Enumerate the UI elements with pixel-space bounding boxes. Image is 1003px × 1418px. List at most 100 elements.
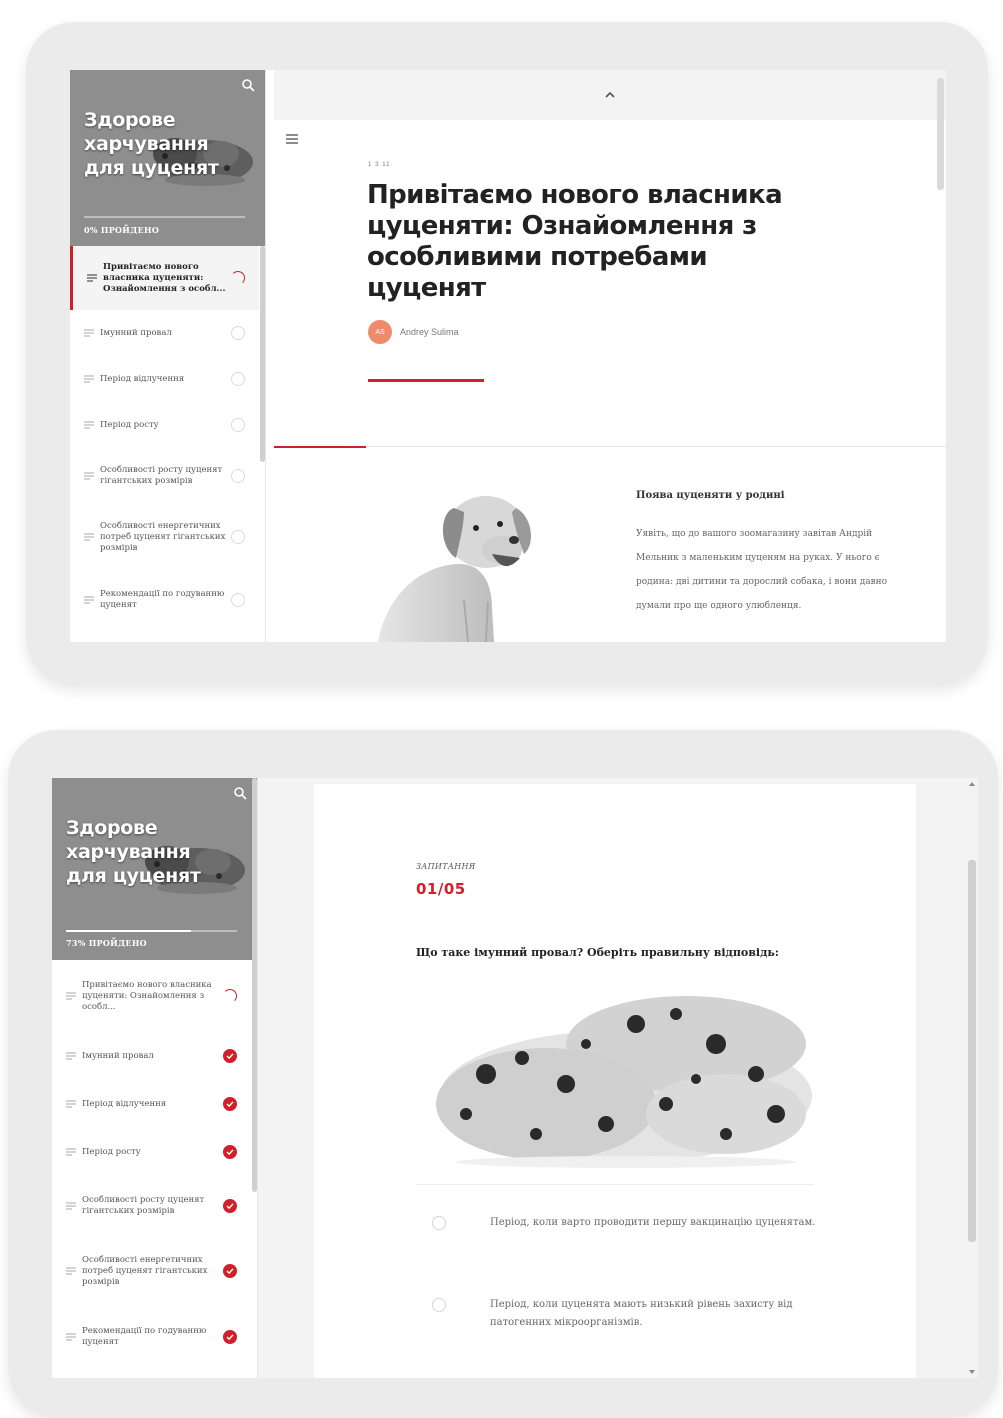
check-icon: [223, 1145, 237, 1159]
status-empty-icon: [231, 326, 245, 340]
sidebar-item-lesson-4[interactable]: Період росту: [52, 1128, 251, 1176]
status-empty-icon: [231, 593, 245, 607]
quiz-screen: Здорове харчування для цуценят 73% ПРОЙД…: [52, 778, 978, 1378]
lesson-lines-icon: [66, 1100, 76, 1108]
answer-option-1[interactable]: Період, коли варто проводити першу вакци…: [416, 1214, 816, 1232]
sidebar-item-label: Особливості енергетичних потреб цуценят …: [100, 520, 226, 553]
quiz-divider: [416, 1184, 814, 1185]
quiz-question: Що таке імунний провал? Оберіть правильн…: [416, 946, 779, 959]
check-icon: [223, 1049, 237, 1063]
tablet-frame-lesson: Здорове харчування для цуценят 0% ПРОЙДЕ…: [26, 22, 988, 684]
sidebar-item-lesson-7[interactable]: Рекомендації по годуванню цуценят: [70, 570, 259, 630]
lesson-list: Привітаємо нового власника цуценяти: Озн…: [52, 960, 251, 1378]
sidebar-item-label: Особливості росту цуценят гігантських ро…: [100, 465, 223, 486]
sidebar-item-lesson-4[interactable]: Період росту: [70, 402, 259, 448]
sidebar-item-label: Період росту: [82, 1146, 141, 1157]
sidebar-item-lesson-6[interactable]: Особливості енергетичних потреб цуценят …: [52, 1236, 251, 1306]
sidebar-item-label: Особливості енергетичних потреб цуценят …: [82, 1254, 208, 1287]
sidebar-item-lesson-5[interactable]: Особливості росту цуценят гігантських ро…: [70, 448, 259, 504]
sleeping-puppies-photo: [436, 996, 812, 1168]
course-sidebar: Здорове харчування для цуценят 0% ПРОЙДЕ…: [70, 70, 266, 642]
card-text: Уявіть, що до вашого зоомагазину завітав…: [636, 529, 888, 611]
check-icon: [223, 1330, 237, 1344]
sidebar-item-lesson-5[interactable]: Особливості росту цуценят гігантських ро…: [52, 1176, 251, 1236]
content-scrollbar[interactable]: [937, 78, 944, 190]
lesson-lines-icon: [84, 533, 94, 541]
course-progress-bar: [84, 216, 245, 218]
lesson-top-bar: [274, 70, 946, 120]
sidebar-item-lesson-1[interactable]: Привітаємо нового власника цуценяти: Озн…: [70, 246, 259, 310]
title-divider: [368, 379, 484, 382]
sidebar-item-label: Привітаємо нового власника цуценяти: Озн…: [82, 979, 212, 1012]
sidebar-item-lesson-7[interactable]: Рекомендації по годуванню цуценят: [52, 1306, 251, 1368]
loading-spinner-icon: [231, 271, 245, 285]
radio-button[interactable]: [432, 1216, 446, 1230]
lesson-number: 1 З 11: [368, 162, 391, 168]
scroll-up-arrow[interactable]: [969, 782, 975, 786]
course-progress-label: 73% ПРОЙДЕНО: [66, 938, 147, 948]
sidebar-item-lesson-2[interactable]: Імунний провал: [52, 1032, 251, 1080]
course-header: Здорове харчування для цуценят 73% ПРОЙД…: [52, 778, 257, 960]
avatar: AS: [368, 320, 392, 344]
check-icon: [223, 1264, 237, 1278]
loading-spinner-icon: [223, 989, 237, 1003]
lesson-lines-icon: [66, 1202, 76, 1210]
course-progress-label: 0% ПРОЙДЕНО: [84, 225, 160, 235]
lesson-author: AS Andrey Sulima: [368, 320, 459, 344]
status-empty-icon: [231, 469, 245, 483]
lesson-lines-icon: [87, 274, 97, 282]
check-icon: [223, 1199, 237, 1213]
course-progress-fill: [66, 930, 191, 932]
sidebar-item-label: Особливості росту цуценят гігантських ро…: [82, 1195, 205, 1216]
sidebar-item-label: Рекомендації по годуванню цуценят: [82, 1326, 207, 1347]
sidebar-item-label: Імунний провал: [100, 327, 172, 338]
lesson-lines-icon: [84, 329, 94, 337]
lesson-lines-icon: [66, 1148, 76, 1156]
lesson-lines-icon: [84, 421, 94, 429]
lesson-lines-icon: [66, 1052, 76, 1060]
course-title: Здорове харчування для цуценят: [84, 109, 219, 179]
sidebar-item-label: Період відлучення: [82, 1098, 167, 1109]
status-empty-icon: [231, 372, 245, 386]
course-title: Здорове харчування для цуценят: [66, 817, 201, 887]
sidebar-scrollbar[interactable]: [260, 246, 265, 462]
sidebar-item-lesson-6[interactable]: Особливості енергетичних потреб цуценят …: [70, 504, 259, 570]
course-progress-bar: [66, 930, 237, 932]
lesson-lines-icon: [84, 472, 94, 480]
sidebar-item-lesson-3[interactable]: Період відлучення: [70, 356, 259, 402]
card-title: Поява цуценяти у родині: [636, 490, 785, 501]
answer-text: Період, коли варто проводити першу вакци…: [490, 1217, 816, 1228]
sidebar-scrollbar[interactable]: [252, 778, 257, 1192]
sidebar-item-label: Період росту: [100, 419, 159, 430]
lesson-lines-icon: [84, 375, 94, 383]
search-icon[interactable]: [233, 786, 247, 800]
answer-option-2[interactable]: Період, коли цуценята мають низький ріве…: [416, 1296, 816, 1332]
author-name: Andrey Sulima: [400, 327, 459, 337]
lesson-lines-icon: [66, 992, 76, 1000]
scroll-down-arrow[interactable]: [969, 1370, 975, 1374]
sidebar-item-label: Рекомендації по годуванню цуценят: [100, 589, 225, 610]
radio-button[interactable]: [432, 1298, 446, 1312]
lesson-list: Привітаємо нового власника цуценяти: Озн…: [70, 246, 259, 642]
sidebar-item-lesson-1[interactable]: Привітаємо нового власника цуценяти: Озн…: [52, 960, 251, 1032]
quiz-area: ЗАПИТАННЯ 01/05 Що таке імунний провал? …: [258, 778, 978, 1378]
sidebar-item-label: Імунний провал: [82, 1050, 154, 1061]
hamburger-menu-icon[interactable]: [286, 134, 298, 144]
puppy-photo: [378, 496, 531, 642]
quiz-label: ЗАПИТАННЯ: [416, 862, 476, 871]
course-header: Здорове харчування для цуценят 0% ПРОЙДЕ…: [70, 70, 265, 246]
lesson-lines-icon: [66, 1333, 76, 1341]
quiz-counter: 01/05: [416, 880, 466, 898]
tablet-frame-quiz: Здорове харчування для цуценят 73% ПРОЙД…: [8, 730, 998, 1416]
sidebar-item-lesson-3[interactable]: Період відлучення: [52, 1080, 251, 1128]
content-scrollbar[interactable]: [968, 860, 976, 1242]
check-icon: [223, 1097, 237, 1111]
quiz-card: ЗАПИТАННЯ 01/05 Що таке імунний провал? …: [314, 784, 916, 1378]
status-empty-icon: [231, 530, 245, 544]
sidebar-item-lesson-2[interactable]: Імунний провал: [70, 310, 259, 356]
status-empty-icon: [231, 418, 245, 432]
lesson-lines-icon: [84, 596, 94, 604]
lesson-lines-icon: [66, 1267, 76, 1275]
chevron-up-icon[interactable]: [604, 89, 616, 101]
search-icon[interactable]: [241, 78, 255, 92]
